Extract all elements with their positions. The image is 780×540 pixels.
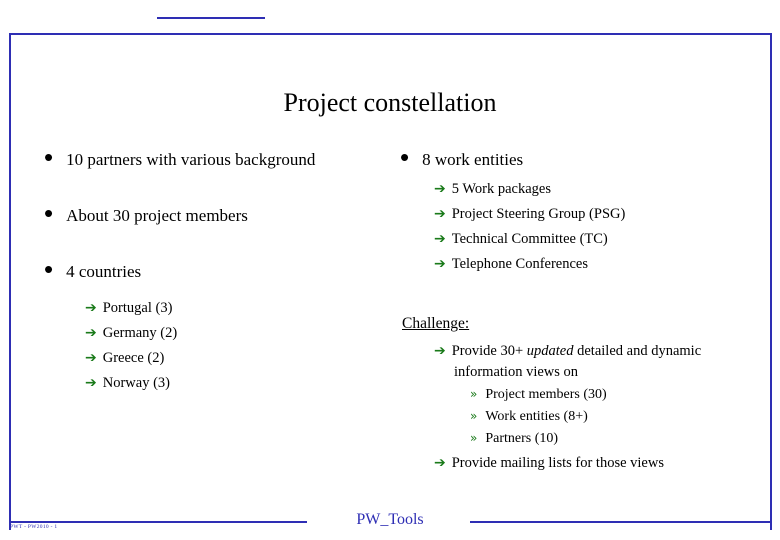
challenge-provide-suffix: detailed and dynamic [573,343,702,359]
bullet-label: About 30 project members [66,206,248,225]
bullet-item-work-entities: • 8 work entities [400,142,524,172]
challenge-item-mailing-lists: ➔ Provide mailing lists for those views [434,455,664,472]
work-entity-item-telco: ➔ Telephone Conferences [434,256,588,273]
arrow-icon: ➔ [434,231,446,247]
arrow-icon: ➔ [434,181,446,197]
challenge-sub-label: Work entities (8+) [485,409,588,424]
country-label: Norway (3) [102,375,170,391]
arrow-icon: ➔ [434,206,446,222]
bullet-item-countries: • 4 countries [44,254,142,284]
bullet-icon: • [44,254,54,284]
country-label: Germany (2) [102,325,178,341]
bullet-item-partners: • 10 partners with various background [44,142,316,172]
footer-title: PW_Tools [356,511,424,528]
chevrons-icon: » [470,387,478,401]
arrow-icon: ➔ [434,343,446,359]
challenge-mailing-label: Provide mailing lists for those views [451,455,664,471]
chevrons-icon: » [470,431,478,445]
country-item-portugal: ➔ Portugal (3) [85,300,172,317]
work-entity-label: Telephone Conferences [451,256,589,272]
arrow-icon: ➔ [85,325,97,341]
country-label: Portugal (3) [102,300,173,316]
arrow-icon: ➔ [434,455,446,471]
chevrons-icon: » [470,409,478,423]
work-entity-label: Technical Committee (TC) [451,231,608,247]
country-item-germany: ➔ Germany (2) [85,325,177,342]
work-entity-item-psg: ➔ Project Steering Group (PSG) [434,206,625,223]
country-item-greece: ➔ Greece (2) [85,350,164,367]
challenge-sub-item-partners: » Partners (10) [470,431,558,447]
arrow-icon: ➔ [85,375,97,391]
footer-reference: PWT - PW2010 - 1 [10,524,58,530]
slide-canvas: Project constellation • 10 partners with… [0,0,780,540]
challenge-heading: Challenge: [402,315,470,332]
challenge-provide-prefix: Provide 30+ [451,343,527,359]
challenge-sub-label: Project members (30) [485,387,607,402]
challenge-sub-item-entities: » Work entities (8+) [470,409,588,425]
arrow-icon: ➔ [85,350,97,366]
bullet-label: 10 partners with various background [66,150,316,169]
challenge-provide-italic: updated [526,343,574,359]
country-label: Greece (2) [102,350,165,366]
bullet-label: 8 work entities [422,150,524,169]
work-entity-label: 5 Work packages [451,181,551,197]
decor-top-line [9,33,771,35]
bullet-label: 4 countries [66,262,142,281]
bullet-icon: • [400,142,410,172]
challenge-sub-label: Partners (10) [485,431,559,446]
slide-title: Project constellation [283,88,497,117]
work-entity-label: Project Steering Group (PSG) [451,206,626,222]
challenge-provide-line2: information views on [454,364,579,380]
country-item-norway: ➔ Norway (3) [85,375,170,392]
bullet-icon: • [44,142,54,172]
work-entity-item-tc: ➔ Technical Committee (TC) [434,231,608,248]
arrow-icon: ➔ [434,256,446,272]
arrow-icon: ➔ [85,300,97,316]
challenge-sub-item-members: » Project members (30) [470,387,607,403]
work-entity-item-packages: ➔ 5 Work packages [434,181,551,198]
challenge-item-provide-views: ➔ Provide 30+ updated detailed and dynam… [434,343,701,360]
bullet-item-members: • About 30 project members [44,198,248,228]
bullet-icon: • [44,198,54,228]
challenge-provide-line: Provide 30+ updated detailed and dynamic [452,343,701,360]
decor-top-stub [157,17,265,19]
